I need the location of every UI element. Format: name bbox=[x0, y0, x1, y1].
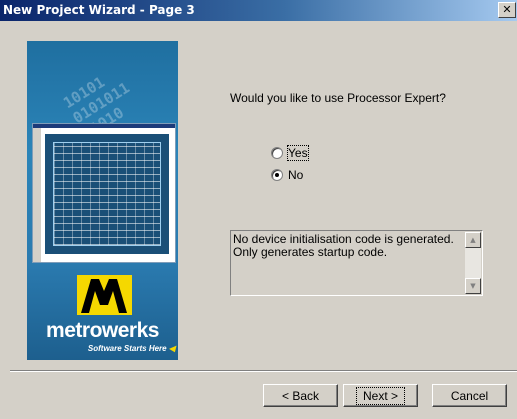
close-button[interactable]: ✕ bbox=[498, 2, 516, 18]
metrowerks-logo-mark bbox=[77, 275, 132, 315]
description-textbox[interactable]: No device initialisation code is generat… bbox=[230, 230, 483, 296]
radio-no[interactable]: No bbox=[271, 168, 303, 182]
logo-wordmark: metrowerks bbox=[46, 319, 159, 342]
chip-screenshot bbox=[32, 123, 176, 263]
button-separator bbox=[10, 370, 517, 372]
arrow-icon: ◀ bbox=[168, 344, 175, 353]
question-label: Would you like to use Processor Expert? bbox=[230, 91, 446, 105]
scroll-down-button[interactable]: ▼ bbox=[465, 278, 481, 294]
radio-no-circle[interactable] bbox=[271, 169, 283, 181]
scroll-down-icon: ▼ bbox=[470, 282, 476, 290]
radio-yes-label[interactable]: Yes bbox=[287, 145, 309, 161]
description-scrollbar[interactable]: ▲ ▼ bbox=[465, 232, 481, 294]
back-button[interactable]: < Back bbox=[263, 384, 338, 407]
scroll-up-icon: ▲ bbox=[470, 236, 476, 244]
radio-no-label[interactable]: No bbox=[288, 168, 303, 182]
wizard-banner-image: 10101 0101011 01010 10101 metrowerks Sof… bbox=[27, 41, 178, 360]
description-text: No device initialisation code is generat… bbox=[233, 232, 454, 259]
radio-yes[interactable]: Yes bbox=[271, 145, 309, 161]
title-bar: New Project Wizard - Page 3 ✕ bbox=[0, 0, 517, 21]
scroll-up-button[interactable]: ▲ bbox=[465, 232, 481, 248]
window-title: New Project Wizard - Page 3 bbox=[3, 3, 195, 17]
metrowerks-logo: metrowerks Software Starts Here ◀ bbox=[27, 273, 178, 360]
next-button[interactable]: Next > bbox=[343, 384, 418, 407]
radio-yes-circle[interactable] bbox=[271, 147, 283, 159]
close-icon: ✕ bbox=[502, 3, 512, 16]
cancel-button[interactable]: Cancel bbox=[432, 384, 507, 407]
chip-illustration bbox=[45, 134, 169, 254]
logo-tagline: Software Starts Here ◀ bbox=[87, 344, 175, 353]
radio-selected-dot bbox=[275, 173, 279, 177]
